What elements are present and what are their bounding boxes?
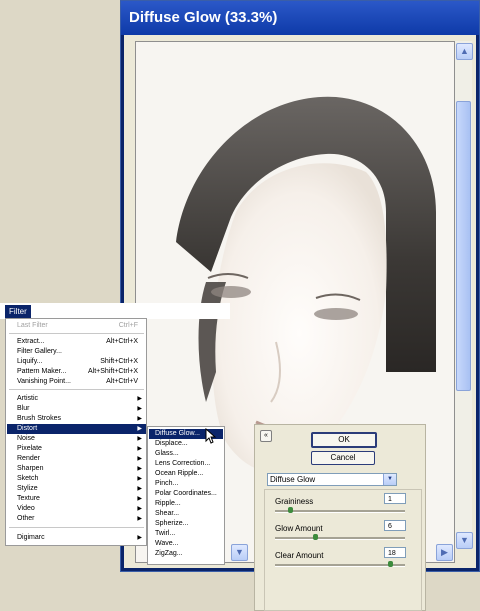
menu-item-stylize[interactable]: Stylize ▶ (7, 484, 146, 494)
submenu-item-lens-correction[interactable]: Lens Correction... (149, 459, 223, 469)
menu-item-vanishing-point[interactable]: Vanishing Point... Alt+Ctrl+V (7, 377, 146, 387)
clear-amount-slider-knob[interactable] (388, 561, 393, 567)
glow-amount-slider-knob[interactable] (313, 534, 318, 540)
glow-amount-field[interactable]: 6 (384, 520, 406, 531)
triangle-right-icon: ▶ (137, 506, 142, 512)
triangle-right-icon: ▶ (137, 396, 142, 402)
triangle-right-icon: ▶ (137, 516, 142, 522)
menu-item-noise[interactable]: Noise ▶ (7, 434, 146, 444)
triangle-right-icon: ▶ (137, 466, 142, 472)
graininess-slider-knob[interactable] (288, 507, 293, 513)
menu-item-digimarc[interactable]: Digimarc ▶ (7, 533, 146, 543)
triangle-right-icon: ▶ (137, 535, 142, 541)
vertical-scrollbar[interactable]: ▲ ▼ (455, 41, 473, 549)
menu-item-sharpen[interactable]: Sharpen ▶ (7, 464, 146, 474)
chevron-up-icon[interactable]: ▲ (456, 43, 473, 60)
graininess-field[interactable]: 1 (384, 493, 406, 504)
submenu-item-twirl[interactable]: Twirl... (149, 529, 223, 539)
mouse-pointer-icon (205, 428, 217, 444)
menu-item-pattern-maker[interactable]: Pattern Maker... Alt+Shift+Ctrl+X (7, 367, 146, 377)
scrollbar-thumb[interactable] (456, 101, 471, 391)
triangle-right-icon: ▶ (137, 456, 142, 462)
submenu-item-ocean-ripple[interactable]: Ocean Ripple... (149, 469, 223, 479)
menu-item-filter-gallery[interactable]: Filter Gallery... (7, 347, 146, 357)
clear-amount-label: Clear Amount (275, 551, 324, 560)
submenu-item-spherize[interactable]: Spherize... (149, 519, 223, 529)
scroll-down-button[interactable]: ▼ (231, 544, 248, 561)
menu-item-distort[interactable]: Distort ▶ (7, 424, 146, 434)
filter-select-value: Diffuse Glow (270, 475, 316, 484)
menu-item-video[interactable]: Video ▶ (7, 504, 146, 514)
menu-item-render[interactable]: Render ▶ (7, 454, 146, 464)
chevron-right-icon[interactable]: ▶ (436, 544, 453, 561)
chevron-down-icon[interactable]: ▼ (383, 474, 396, 485)
triangle-right-icon: ▶ (137, 416, 142, 422)
glow-amount-slider[interactable] (275, 534, 405, 540)
triangle-right-icon: ▶ (137, 486, 142, 492)
menu-item-sketch[interactable]: Sketch ▶ (7, 474, 146, 484)
menu-item-blur[interactable]: Blur ▶ (7, 404, 146, 414)
menu-separator (9, 527, 144, 528)
submenu-item-shear[interactable]: Shear... (149, 509, 223, 519)
triangle-right-icon: ▶ (137, 406, 142, 412)
menu-item-brush-strokes[interactable]: Brush Strokes ▶ (7, 414, 146, 424)
clear-amount-field[interactable]: 18 (384, 547, 406, 558)
submenu-item-zigzag[interactable]: ZigZag... (149, 549, 223, 559)
submenu-item-wave[interactable]: Wave... (149, 539, 223, 549)
menu-separator (9, 333, 144, 334)
menu-item-liquify[interactable]: Liquify... Shift+Ctrl+X (7, 357, 146, 367)
submenu-item-pinch[interactable]: Pinch... (149, 479, 223, 489)
menu-item-texture[interactable]: Texture ▶ (7, 494, 146, 504)
triangle-right-icon: ▶ (137, 446, 142, 452)
triangle-right-icon: ▶ (137, 426, 142, 432)
graininess-label: Graininess (275, 497, 314, 506)
triangle-right-icon: ▶ (137, 436, 142, 442)
chevron-double-up-icon[interactable]: « (260, 430, 272, 442)
menu-bar: Filter (0, 303, 230, 319)
triangle-right-icon: ▶ (137, 476, 142, 482)
chevron-down-icon[interactable]: ▼ (456, 532, 473, 549)
filter-select[interactable]: Diffuse Glow ▼ (267, 473, 397, 486)
submenu-item-polar-coordinates[interactable]: Polar Coordinates... (149, 489, 223, 499)
graininess-slider[interactable] (275, 507, 405, 513)
submenu-item-ripple[interactable]: Ripple... (149, 499, 223, 509)
cancel-button[interactable]: Cancel (311, 451, 375, 465)
menu-filter[interactable]: Filter (5, 305, 31, 318)
submenu-item-glass[interactable]: Glass... (149, 449, 223, 459)
menu-item-artistic[interactable]: Artistic ▶ (7, 394, 146, 404)
ok-button[interactable]: OK (311, 432, 377, 448)
triangle-right-icon: ▶ (137, 496, 142, 502)
menu-separator (9, 389, 144, 390)
window-title: Diffuse Glow (33.3%) (121, 1, 479, 35)
distort-submenu: Diffuse Glow... Displace... Glass... Len… (147, 426, 225, 565)
clear-amount-slider[interactable] (275, 561, 405, 567)
menu-item-last-filter[interactable]: Last Filter Ctrl+F (7, 321, 146, 331)
menu-item-pixelate[interactable]: Pixelate ▶ (7, 444, 146, 454)
glow-amount-label: Glow Amount (275, 524, 323, 533)
menu-item-extract[interactable]: Extract... Alt+Ctrl+X (7, 337, 146, 347)
settings-panel: « OK Cancel Diffuse Glow ▼ Graininess 1 … (254, 424, 426, 611)
menu-item-other[interactable]: Other ▶ (7, 514, 146, 524)
filter-menu: Last Filter Ctrl+F Extract... Alt+Ctrl+X F… (5, 318, 147, 546)
